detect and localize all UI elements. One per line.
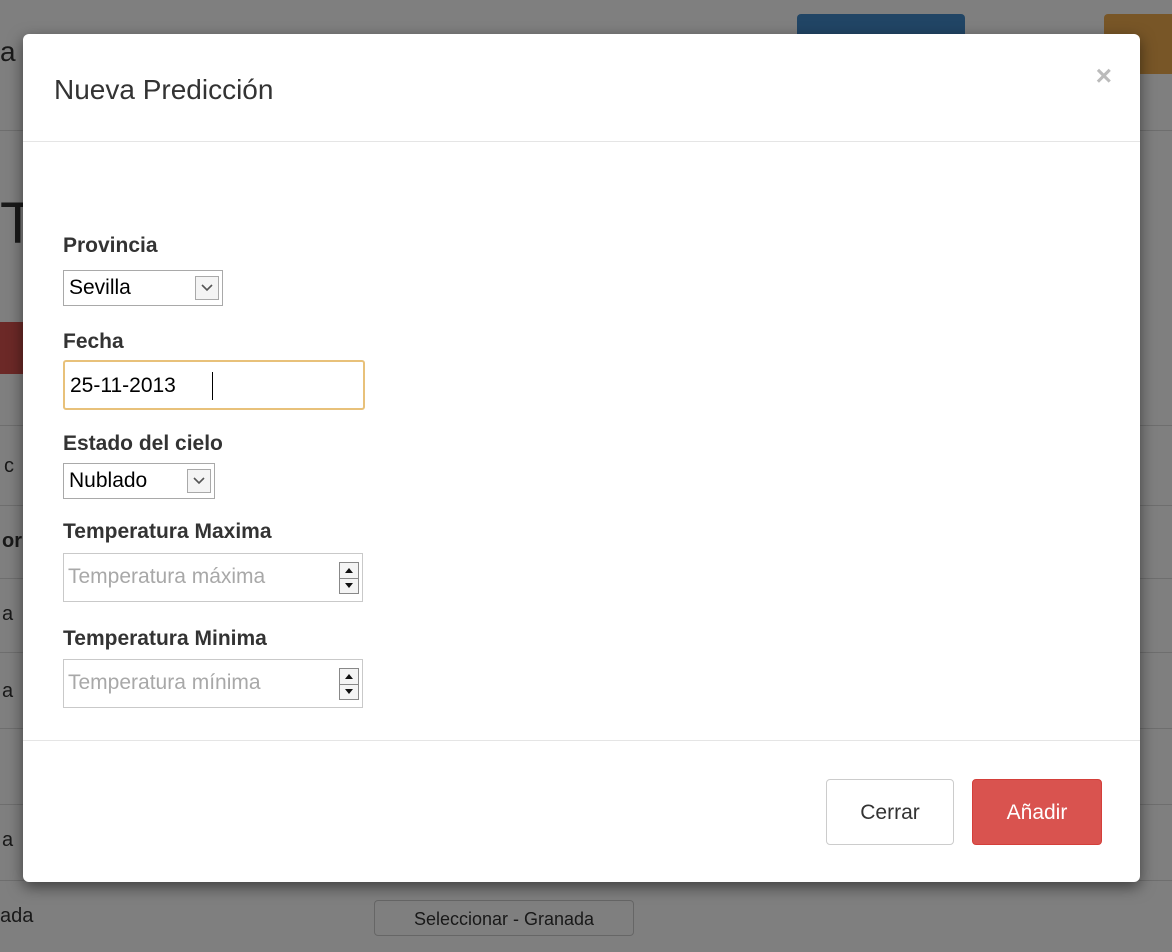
fecha-input-value: 25-11-2013: [70, 374, 176, 397]
provincia-label: Provincia: [63, 234, 158, 257]
temp-max-spinner[interactable]: [339, 562, 359, 594]
temp-max-input[interactable]: Temperatura máxima: [63, 553, 363, 602]
text-caret: [212, 372, 213, 400]
chevron-down-icon: [195, 276, 219, 300]
modal-title: Nueva Predicción: [54, 74, 274, 105]
temp-min-spinner[interactable]: [339, 668, 359, 700]
modal-header: Nueva Predicción ×: [23, 34, 1140, 142]
fecha-label: Fecha: [63, 330, 124, 353]
caret-up-icon[interactable]: [340, 563, 358, 579]
temp-max-placeholder: Temperatura máxima: [68, 565, 266, 588]
caret-down-icon[interactable]: [340, 578, 358, 593]
new-prediction-modal: Nueva Predicción × Provincia Sevilla Fec…: [23, 34, 1140, 882]
provincia-select-value: Sevilla: [69, 276, 131, 299]
estado-cielo-select-value: Nublado: [69, 469, 148, 492]
chevron-down-icon: [187, 469, 211, 493]
temp-min-placeholder: Temperatura mínima: [68, 671, 261, 694]
add-button[interactable]: Añadir: [972, 779, 1102, 845]
modal-footer: Cerrar Añadir: [23, 740, 1140, 882]
temp-max-label: Temperatura Maxima: [63, 520, 272, 543]
estado-cielo-select[interactable]: Nublado: [63, 463, 215, 499]
caret-down-icon[interactable]: [340, 684, 358, 699]
temp-min-label: Temperatura Minima: [63, 627, 267, 650]
provincia-select[interactable]: Sevilla: [63, 270, 223, 306]
close-button[interactable]: Cerrar: [826, 779, 954, 845]
temp-min-input[interactable]: Temperatura mínima: [63, 659, 363, 708]
estado-cielo-label: Estado del cielo: [63, 432, 223, 455]
close-icon[interactable]: ×: [1096, 62, 1112, 90]
fecha-input[interactable]: 25-11-2013: [63, 360, 365, 410]
caret-up-icon[interactable]: [340, 669, 358, 685]
